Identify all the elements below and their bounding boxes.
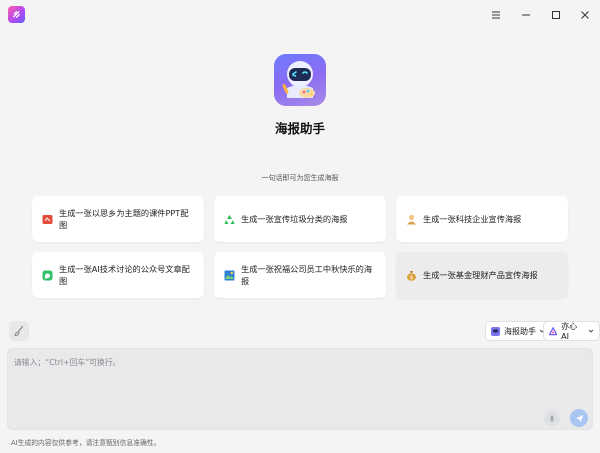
suggestion-label: 生成一张基金理财产品宣传海报: [423, 270, 538, 280]
page-subtitle: 一句话即可为您生成海报: [261, 174, 339, 182]
poster-assistant-robot-icon: [274, 54, 326, 106]
model-logo-icon: [549, 326, 558, 335]
minimize-icon[interactable]: [517, 6, 535, 24]
prompt-input[interactable]: [14, 357, 534, 397]
app-logo-icon: [8, 6, 25, 23]
suggestion-label: 生成一张宣传垃圾分类的海报: [241, 214, 348, 224]
send-button[interactable]: [570, 409, 588, 427]
person-icon: [406, 214, 417, 225]
suggestion-card-tech[interactable]: 生成一张科技企业宣传海报: [396, 196, 568, 242]
svg-text:$: $: [410, 274, 413, 280]
page-title: 海报助手: [274, 121, 325, 136]
suggestion-card-fund[interactable]: $ 生成一张基金理财产品宣传海报: [396, 252, 568, 298]
agent-selector-label: 海报助手: [504, 326, 536, 336]
model-selector-label: 亦心 AI: [561, 322, 578, 341]
app-window: 海报助手 一句话即可为您生成海报 生成一张以思乡为主题的课件PPT配图 生成一张…: [0, 0, 600, 453]
voice-input-button[interactable]: [544, 411, 560, 427]
poster-assistant-icon: [491, 326, 500, 336]
suggestion-card-garbage[interactable]: 生成一张宣传垃圾分类的海报: [214, 196, 386, 242]
picture-icon: [224, 270, 235, 281]
suggestion-card-ppt[interactable]: 生成一张以思乡为主题的课件PPT配图: [32, 196, 204, 242]
suggestion-label: 生成一张祝福公司员工中秋快乐的海报: [241, 264, 373, 286]
suggestion-label: 生成一张AI技术讨论的公众号文章配图: [59, 264, 190, 286]
suggestion-label: 生成一张科技企业宣传海报: [423, 214, 522, 224]
send-icon: [575, 414, 583, 422]
brush-icon: [14, 325, 24, 337]
disclaimer-text: AI生成的内容仅供参考，请注意甄别信息准确性。: [11, 439, 161, 447]
close-icon[interactable]: [576, 6, 594, 24]
maximize-icon[interactable]: [547, 6, 565, 24]
microphone-icon: [549, 415, 555, 423]
money-bag-icon: $: [406, 270, 417, 281]
chevron-down-icon: [588, 327, 594, 336]
model-selector[interactable]: 亦心 AI: [543, 321, 600, 341]
clear-brush-button[interactable]: [9, 321, 29, 341]
menu-icon[interactable]: [487, 6, 505, 24]
recycle-icon: [224, 214, 235, 225]
suggestion-label: 生成一张以思乡为主题的课件PPT配图: [59, 208, 189, 230]
chat-icon: [42, 270, 53, 281]
suggestion-card-mid-autumn[interactable]: 生成一张祝福公司员工中秋快乐的海报: [214, 252, 386, 298]
suggestion-card-ai-article[interactable]: 生成一张AI技术讨论的公众号文章配图: [32, 252, 204, 298]
prompt-input-box[interactable]: [7, 348, 593, 430]
slides-icon: [42, 214, 53, 225]
agent-selector[interactable]: 海报助手: [485, 321, 551, 341]
title-bar: [0, 0, 600, 30]
